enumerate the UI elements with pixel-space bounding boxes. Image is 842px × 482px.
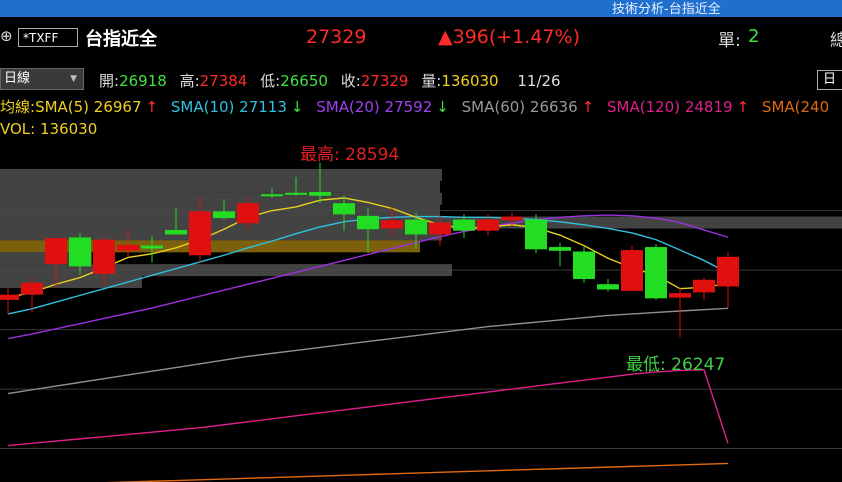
candle-body-18 <box>429 222 451 235</box>
candlestick-chart[interactable]: 最高: 28594 最低: 26247 <box>0 140 842 482</box>
high-label: 高: <box>179 72 200 90</box>
symbol-input[interactable]: *TXFF <box>18 28 78 47</box>
sma60-legend: SMA(60) 26636 <box>461 98 578 116</box>
vol-label: VOL: 136030 <box>0 120 98 138</box>
candle-body-21 <box>501 216 523 221</box>
sma240-legend: SMA(240 <box>761 98 830 116</box>
sma120-line <box>7 369 729 447</box>
sma60-arrow: ↑ <box>581 98 595 116</box>
candle-body-13 <box>309 192 331 196</box>
sma120-legend: SMA(120) 24819 <box>607 98 733 116</box>
candle-body-10 <box>237 203 259 224</box>
price-change: ▲396(+1.47%) <box>438 26 580 48</box>
sma20-legend: SMA(20) 27592 <box>316 98 433 116</box>
candle-body-25 <box>597 284 619 290</box>
title-bar: 技術分析-台指近全 <box>0 0 842 17</box>
sma240-line <box>105 462 729 482</box>
candle-body-24 <box>573 251 595 280</box>
profile-bar-1 <box>0 180 440 193</box>
add-symbol-icon[interactable]: ⊕ <box>0 27 13 45</box>
candle-body-5 <box>117 244 139 251</box>
ma-prefix: 均線: <box>0 98 36 116</box>
sma60-line <box>7 307 729 395</box>
profile-bar-2 <box>0 192 442 205</box>
volume-legend: VOL: 136030 <box>0 118 200 142</box>
period-select[interactable]: 日線 ▼ <box>0 68 84 90</box>
cut-label: 總 <box>830 31 842 51</box>
candle-body-30 <box>717 256 739 287</box>
candle-body-9 <box>213 211 235 219</box>
candle-body-11 <box>261 194 283 197</box>
candle-body-19 <box>453 219 475 231</box>
candle-body-2 <box>45 238 67 265</box>
candle-body-3 <box>69 237 91 267</box>
candle-body-1 <box>21 282 43 295</box>
volume-value: 136030 <box>441 72 499 90</box>
sma20-arrow: ↓ <box>436 98 449 116</box>
quote-date: 11/26 <box>517 72 561 90</box>
low-label: 低: <box>260 72 281 90</box>
open-label: 開: <box>99 72 120 90</box>
window-title: 技術分析-台指近全 <box>612 2 721 17</box>
high-marker: 最高: 28594 <box>300 145 399 165</box>
symbol-header: ⊕ *TXFF 台指近全 27329 ▲396(+1.47%) 單: 2 總 <box>0 17 842 61</box>
candle-body-16 <box>381 220 403 229</box>
close-value: 27329 <box>360 72 409 90</box>
profile-bar-0 <box>0 168 442 181</box>
candle-body-6 <box>141 245 163 249</box>
high-value: 27384 <box>199 72 248 90</box>
candle-body-27 <box>645 247 667 299</box>
sma5-legend: SMA(5) 26967 <box>35 98 142 116</box>
unit-label: 單: <box>718 31 741 51</box>
candle-body-12 <box>285 192 307 195</box>
candle-body-23 <box>549 247 571 251</box>
ma-legend: 均線:SMA(5) 26967 ↑ SMA(10) 27113 ↓ SMA(20) … <box>0 94 842 118</box>
chevron-down-icon: ▼ <box>70 74 77 84</box>
quote-bar: 日線 ▼ 開:26918 高:27384 低:26650 收:27329 量:1… <box>0 66 842 92</box>
candle-body-28 <box>669 293 691 298</box>
sma10-arrow: ↓ <box>290 98 304 116</box>
unit-value: 2 <box>748 26 760 47</box>
open-value: 26918 <box>119 72 167 90</box>
profile-bar-8 <box>0 264 452 277</box>
period-button[interactable]: 日 <box>817 70 842 90</box>
candle-body-17 <box>405 219 427 235</box>
sma120-arrow: ↑ <box>736 98 750 116</box>
low-marker: 最低: 26247 <box>626 355 725 375</box>
candle-body-15 <box>357 215 379 230</box>
candle-body-0 <box>0 294 19 300</box>
candle-body-14 <box>333 203 355 215</box>
candle-body-26 <box>621 250 643 291</box>
candle-body-22 <box>525 219 547 250</box>
low-value: 26650 <box>280 72 328 90</box>
last-price: 27329 <box>306 26 367 48</box>
candle-body-8 <box>189 211 211 256</box>
candle-body-29 <box>693 279 715 293</box>
sma5-arrow: ↑ <box>145 98 159 116</box>
candle-body-20 <box>477 219 499 231</box>
period-value: 日線 <box>4 71 31 86</box>
candle-body-7 <box>165 229 187 235</box>
candle-body-4 <box>93 239 115 274</box>
volume-label: 量: <box>421 72 442 90</box>
sma10-legend: SMA(10) 27113 <box>170 98 287 116</box>
close-label: 收: <box>340 72 361 90</box>
contract-name: 台指近全 <box>85 29 157 50</box>
